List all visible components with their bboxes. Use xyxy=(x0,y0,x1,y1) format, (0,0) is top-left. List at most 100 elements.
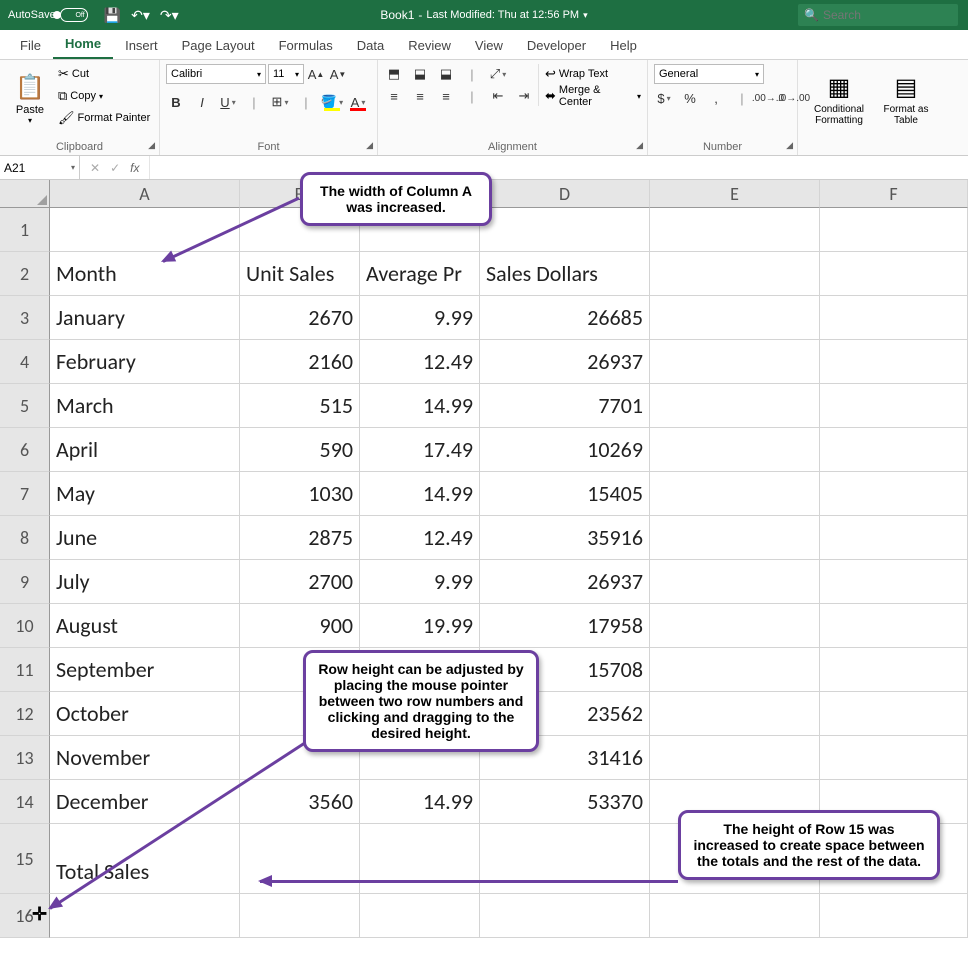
search-input[interactable] xyxy=(823,8,952,22)
cell-F11[interactable] xyxy=(820,648,968,692)
orientation-button[interactable]: ⤢ xyxy=(488,64,508,84)
cell-A1[interactable] xyxy=(50,208,240,252)
cell-F16[interactable] xyxy=(820,894,968,938)
alignment-dialog-launcher[interactable]: ◢ xyxy=(636,140,643,151)
cell-F9[interactable] xyxy=(820,560,968,604)
align-top-button[interactable]: ⬒ xyxy=(384,64,404,84)
cell-E11[interactable] xyxy=(650,648,820,692)
row-header-2[interactable]: 2 xyxy=(0,252,50,296)
name-box-input[interactable] xyxy=(4,161,71,175)
cell-F2[interactable] xyxy=(820,252,968,296)
row-header-8[interactable]: 8 xyxy=(0,516,50,560)
number-dialog-launcher[interactable]: ◢ xyxy=(786,140,793,151)
cell-E1[interactable] xyxy=(650,208,820,252)
cell-D1[interactable] xyxy=(480,208,650,252)
row-header-7[interactable]: 7 xyxy=(0,472,50,516)
enter-formula-icon[interactable]: ✓ xyxy=(110,161,120,175)
fx-icon[interactable]: fx xyxy=(130,161,139,175)
cell-A9[interactable]: July xyxy=(50,560,240,604)
cell-B5[interactable]: 515 xyxy=(240,384,360,428)
cell-A12[interactable]: October xyxy=(50,692,240,736)
cell-A5[interactable]: March xyxy=(50,384,240,428)
search-box[interactable]: 🔍 xyxy=(798,4,958,26)
cell-D14[interactable]: 53370 xyxy=(480,780,650,824)
cell-A13[interactable]: November xyxy=(50,736,240,780)
number-format-combo[interactable]: General▾ xyxy=(654,64,764,84)
cell-B2[interactable]: Unit Sales xyxy=(240,252,360,296)
align-middle-button[interactable]: ⬓ xyxy=(410,64,430,84)
row-header-6[interactable]: 6 xyxy=(0,428,50,472)
borders-button[interactable]: ⊞ xyxy=(270,92,290,112)
row-header-3[interactable]: 3 xyxy=(0,296,50,340)
save-icon[interactable]: 💾 xyxy=(104,7,121,24)
cell-C9[interactable]: 9.99 xyxy=(360,560,480,604)
cell-F7[interactable] xyxy=(820,472,968,516)
decrease-font-button[interactable]: A▼ xyxy=(328,64,348,84)
select-all-corner[interactable] xyxy=(0,180,50,208)
cell-D4[interactable]: 26937 xyxy=(480,340,650,384)
cell-F1[interactable] xyxy=(820,208,968,252)
cell-A4[interactable]: February xyxy=(50,340,240,384)
cell-A3[interactable]: January xyxy=(50,296,240,340)
row-header-14[interactable]: 14 xyxy=(0,780,50,824)
cell-F5[interactable] xyxy=(820,384,968,428)
cell-E9[interactable] xyxy=(650,560,820,604)
column-header-E[interactable]: E xyxy=(650,180,820,208)
cell-C2[interactable]: Average Pr xyxy=(360,252,480,296)
tab-data[interactable]: Data xyxy=(345,32,396,59)
tab-view[interactable]: View xyxy=(463,32,515,59)
decrease-indent-button[interactable]: ⇤ xyxy=(488,86,508,106)
bold-button[interactable]: B xyxy=(166,92,186,112)
column-header-A[interactable]: A xyxy=(50,180,240,208)
cell-D10[interactable]: 17958 xyxy=(480,604,650,648)
cell-B14[interactable]: 3560 xyxy=(240,780,360,824)
cancel-formula-icon[interactable]: ✕ xyxy=(90,161,100,175)
percent-format-button[interactable]: % xyxy=(680,88,700,108)
cut-button[interactable]: ✂Cut xyxy=(58,64,150,84)
column-header-F[interactable]: F xyxy=(820,180,968,208)
cell-C7[interactable]: 14.99 xyxy=(360,472,480,516)
font-name-combo[interactable]: Calibri▾ xyxy=(166,64,266,84)
cell-D2[interactable]: Sales Dollars xyxy=(480,252,650,296)
cell-F8[interactable] xyxy=(820,516,968,560)
tab-formulas[interactable]: Formulas xyxy=(267,32,345,59)
row-header-5[interactable]: 5 xyxy=(0,384,50,428)
paste-button[interactable]: 📋 Paste ▾ xyxy=(6,64,54,134)
wrap-text-button[interactable]: ↩Wrap Text xyxy=(545,64,641,84)
cell-B10[interactable]: 900 xyxy=(240,604,360,648)
cell-B8[interactable]: 2875 xyxy=(240,516,360,560)
format-as-table-button[interactable]: ▤ Format as Table xyxy=(878,64,934,134)
cell-C3[interactable]: 9.99 xyxy=(360,296,480,340)
cell-F13[interactable] xyxy=(820,736,968,780)
tab-developer[interactable]: Developer xyxy=(515,32,598,59)
autosave-toggle[interactable]: AutoSave Off xyxy=(0,8,96,22)
cell-C8[interactable]: 12.49 xyxy=(360,516,480,560)
conditional-formatting-button[interactable]: ▦ Conditional Formatting xyxy=(804,64,874,134)
cell-F10[interactable] xyxy=(820,604,968,648)
cell-A8[interactable]: June xyxy=(50,516,240,560)
cell-D6[interactable]: 10269 xyxy=(480,428,650,472)
accounting-format-button[interactable]: $ xyxy=(654,88,674,108)
font-dialog-launcher[interactable]: ◢ xyxy=(366,140,373,151)
cell-B9[interactable]: 2700 xyxy=(240,560,360,604)
cell-A10[interactable]: August xyxy=(50,604,240,648)
cell-D15[interactable] xyxy=(480,824,650,894)
clipboard-dialog-launcher[interactable]: ◢ xyxy=(148,140,155,151)
fill-color-button[interactable]: 🪣 xyxy=(322,92,342,112)
cell-D8[interactable]: 35916 xyxy=(480,516,650,560)
name-box[interactable]: ▾ xyxy=(0,156,80,179)
cell-E8[interactable] xyxy=(650,516,820,560)
cell-B4[interactable]: 2160 xyxy=(240,340,360,384)
italic-button[interactable]: I xyxy=(192,92,212,112)
undo-icon[interactable]: ↶▾ xyxy=(131,7,150,24)
cell-B16[interactable] xyxy=(240,894,360,938)
row-header-10[interactable]: 10 xyxy=(0,604,50,648)
row-header-11[interactable]: 11 xyxy=(0,648,50,692)
increase-font-button[interactable]: A▲ xyxy=(306,64,326,84)
tab-page-layout[interactable]: Page Layout xyxy=(170,32,267,59)
cell-C14[interactable]: 14.99 xyxy=(360,780,480,824)
format-painter-button[interactable]: 🖌Format Painter xyxy=(58,108,150,128)
last-modified[interactable]: Last Modified: Thu at 12:56 PM xyxy=(426,9,579,21)
cell-E3[interactable] xyxy=(650,296,820,340)
cell-B3[interactable]: 2670 xyxy=(240,296,360,340)
